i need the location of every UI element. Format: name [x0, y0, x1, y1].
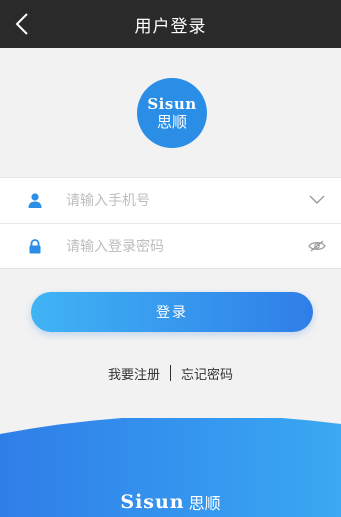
- logo-brand-en: Sisun: [147, 94, 197, 113]
- login-form: [0, 177, 341, 269]
- page-title: 用户登录: [134, 16, 207, 37]
- auth-links: 我要注册 忘记密码: [0, 363, 341, 383]
- footer-brand-en: Sisun: [120, 491, 185, 513]
- header-bar: 用户登录: [0, 0, 341, 48]
- phone-row: [0, 178, 341, 223]
- link-divider: [170, 365, 171, 381]
- logo-brand-cn: 思顺: [156, 112, 187, 131]
- forgot-password-link[interactable]: 忘记密码: [181, 364, 233, 383]
- footer-brand-cn: 思顺: [188, 494, 221, 513]
- footer-brand: Sisun 思顺: [0, 490, 341, 514]
- user-icon: [28, 193, 42, 208]
- back-button[interactable]: [10, 9, 34, 39]
- brand-logo: Sisun 思顺: [137, 78, 207, 148]
- account-dropdown-button[interactable]: [307, 190, 327, 210]
- login-page: 用户登录 Sisun 思顺 请输入手机号 登录 我要注册 忘记密码 Sisun …: [0, 0, 341, 517]
- chevron-down-icon: [309, 195, 325, 204]
- password-input[interactable]: [66, 232, 296, 262]
- password-row: [0, 223, 341, 268]
- phone-input[interactable]: [66, 186, 296, 216]
- chevron-left-icon: [15, 13, 28, 35]
- toggle-password-visibility[interactable]: [307, 236, 327, 256]
- lock-icon: [29, 239, 41, 254]
- eye-off-icon: [308, 240, 326, 252]
- login-button[interactable]: 登录: [31, 292, 313, 332]
- register-link[interactable]: 我要注册: [108, 364, 160, 383]
